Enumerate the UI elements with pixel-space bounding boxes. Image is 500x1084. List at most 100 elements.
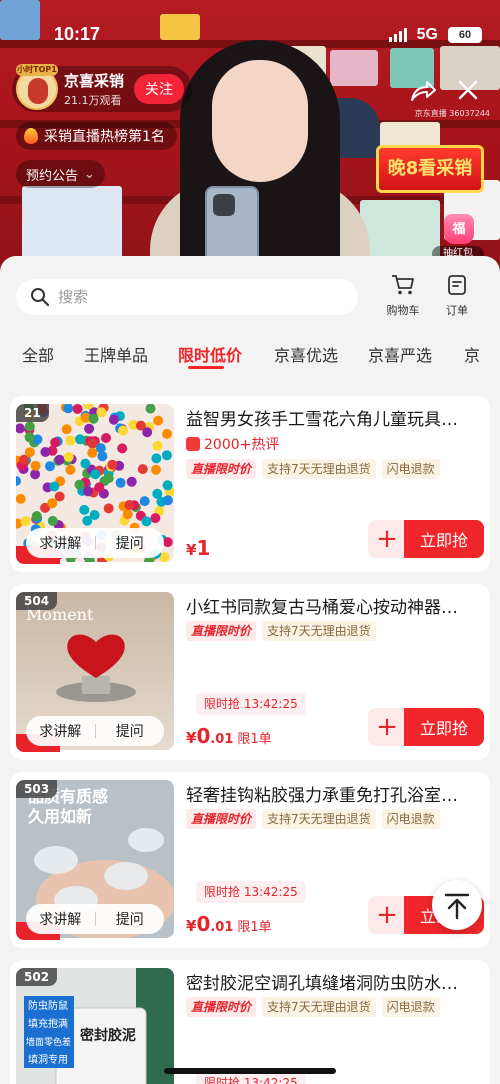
tag-return: 支持7天无理由退货	[262, 809, 376, 829]
cart-icon	[392, 275, 414, 295]
follow-button[interactable]: 关注	[134, 74, 184, 104]
orders-icon	[448, 275, 466, 295]
product-card[interactable]: Moment 504 求讲解 提问 小红书同款复古马桶爱心按动神器… 直播限时价…	[10, 584, 490, 760]
battery-icon: 60	[448, 27, 482, 43]
tab-jingxi-strict[interactable]: 京喜严选	[368, 342, 432, 366]
product-overlay-text: 防虫防鼠	[28, 999, 68, 1012]
product-overlay-text: 填洞专用	[28, 1053, 68, 1066]
shelf-product	[360, 200, 440, 262]
active-tab-indicator	[188, 366, 224, 369]
anchor-name: 京喜采销	[64, 72, 125, 90]
close-icon[interactable]	[456, 78, 480, 102]
notice-pill[interactable]: 预约公告 ⌄	[16, 160, 105, 188]
live-stream-video[interactable]: 10:17 5G 60 小时TOP1 京喜采销 21.1万观看 关注 京东直播 …	[0, 0, 500, 290]
request-explain-button[interactable]: 求讲解	[26, 533, 95, 553]
orders-button[interactable]: 订单	[432, 274, 482, 318]
tag-fast-refund: 闪电退款	[381, 809, 440, 829]
add-to-cart-button[interactable]: +	[368, 896, 406, 934]
product-card[interactable]: 21 求讲解 提问 益智男女孩手工雪花六角儿童玩具… 2000+热评 直播限时价…	[10, 396, 490, 572]
tab-all[interactable]: 全部	[22, 342, 54, 366]
product-title: 密封胶泥空调孔填缝堵洞防虫防水…	[186, 974, 458, 994]
tag-fast-refund: 闪电退款	[381, 459, 440, 479]
category-tabs: 全部 王牌单品 限时低价 京喜优选 京喜严选 京	[0, 336, 500, 370]
tag-live-price: 直播限时价	[186, 997, 257, 1017]
thumbs-up-icon	[186, 437, 200, 451]
notice-label: 预约公告	[26, 168, 79, 184]
chevron-down-icon: ⌄	[84, 166, 95, 182]
product-overlay-text: 墙面零色差	[26, 1036, 71, 1048]
hot-review-count: 2000+热评	[204, 437, 280, 453]
network-label: 5G	[416, 26, 438, 43]
search-input[interactable]	[58, 288, 338, 306]
tag-live-price: 直播限时价	[186, 809, 257, 829]
product-tags: 直播限时价 支持7天无理由退货 闪电退款	[186, 997, 440, 1017]
request-explain-button[interactable]: 求讲解	[26, 721, 95, 741]
product-overlay-text: 填充抱满	[28, 1017, 68, 1030]
scroll-to-top-button[interactable]	[432, 880, 482, 930]
product-sheet: 购物车 订单 全部 王牌单品 限时低价 京喜优选 京喜严选 京 21 求讲解 提…	[0, 256, 500, 1084]
fire-icon	[24, 128, 38, 144]
explain-ask-bar: 求讲解 提问	[26, 904, 164, 934]
host-phone	[205, 186, 259, 264]
search-icon	[31, 288, 50, 307]
product-number-badge: 502	[16, 968, 58, 986]
hot-review-row: 2000+热评	[186, 434, 279, 454]
tag-return: 支持7天无理由退货	[262, 621, 376, 641]
tag-live-price: 直播限时价	[186, 621, 257, 641]
product-number-badge: 503	[16, 780, 58, 798]
flash-sale-timer: 限时抢 13:42:25	[196, 693, 306, 715]
buy-now-button[interactable]: 立即抢	[404, 520, 484, 558]
product-tags: 直播限时价 支持7天无理由退货 闪电退款	[186, 809, 440, 829]
promo-sign: 晚8看采销	[376, 145, 484, 193]
host-person	[150, 30, 370, 290]
tab-limited-low-price[interactable]: 限时低价	[178, 342, 242, 366]
add-to-cart-button[interactable]: +	[368, 520, 406, 558]
shelf-product	[22, 186, 122, 266]
product-number-badge: 21	[16, 404, 49, 422]
cart-button[interactable]: 购物车	[378, 274, 428, 318]
tab-ace-products[interactable]: 王牌单品	[84, 342, 148, 366]
product-card[interactable]: 防虫防鼠 填充抱满 墙面零色差 填洞专用 密封胶泥 502 密封胶泥空调孔填缝堵…	[10, 960, 490, 1084]
product-tags: 直播限时价 支持7天无理由退货 闪电退款	[186, 459, 440, 479]
explain-ask-bar: 求讲解 提问	[26, 528, 164, 558]
explain-ask-bar: 求讲解 提问	[26, 716, 164, 746]
signal-icon	[388, 28, 407, 42]
product-overlay-text: 久用如新	[28, 807, 92, 826]
red-packet-icon: 福	[444, 214, 474, 244]
product-price: ¥1	[186, 536, 211, 560]
product-card[interactable]: 品质有质感 久用如新 503 求讲解 提问 轻奢挂钩粘胶强力承重免打孔浴室… 直…	[10, 772, 490, 948]
hot-rank-pill[interactable]: 采销直播热榜第1名	[16, 122, 177, 150]
tab-jingxi-picks[interactable]: 京喜优选	[274, 342, 338, 366]
arrow-up-icon	[444, 893, 470, 920]
hot-rank-text: 采销直播热榜第1名	[44, 129, 165, 145]
product-tags: 直播限时价 支持7天无理由退货	[186, 621, 376, 641]
viewer-count: 21.1万观看	[64, 94, 122, 107]
tag-live-price: 直播限时价	[186, 459, 257, 479]
room-id: 京东直播 36037244	[414, 109, 490, 118]
ask-question-button[interactable]: 提问	[96, 721, 165, 741]
search-bar[interactable]	[16, 279, 358, 315]
orders-label: 订单	[446, 304, 468, 317]
tag-fast-refund: 闪电退款	[381, 997, 440, 1017]
ask-question-button[interactable]: 提问	[96, 533, 165, 553]
tab-more[interactable]: 京	[464, 342, 480, 366]
tag-return: 支持7天无理由退货	[262, 459, 376, 479]
add-to-cart-button[interactable]: +	[368, 708, 406, 746]
product-title: 益智男女孩手工雪花六角儿童玩具…	[186, 410, 458, 430]
share-icon[interactable]	[410, 80, 436, 102]
tag-return: 支持7天无理由退货	[262, 997, 376, 1017]
product-price: ¥0.01 限1单	[186, 724, 272, 748]
flash-sale-timer: 限时抢 13:42:25	[196, 881, 306, 903]
request-explain-button[interactable]: 求讲解	[26, 909, 95, 929]
cart-label: 购物车	[386, 304, 420, 317]
status-icons: 5G 60	[388, 26, 482, 44]
shelf-product	[0, 0, 40, 40]
buy-now-button[interactable]: 立即抢	[404, 708, 484, 746]
product-overlay-text: 密封胶泥	[79, 1027, 136, 1044]
product-title: 小红书同款复古马桶爱心按动神器…	[186, 598, 458, 618]
status-time: 10:17	[54, 24, 101, 44]
ask-question-button[interactable]: 提问	[96, 909, 165, 929]
home-indicator[interactable]	[164, 1068, 336, 1074]
lottery-widget[interactable]: 福 抽红包	[432, 214, 484, 262]
product-number-badge: 504	[16, 592, 58, 610]
